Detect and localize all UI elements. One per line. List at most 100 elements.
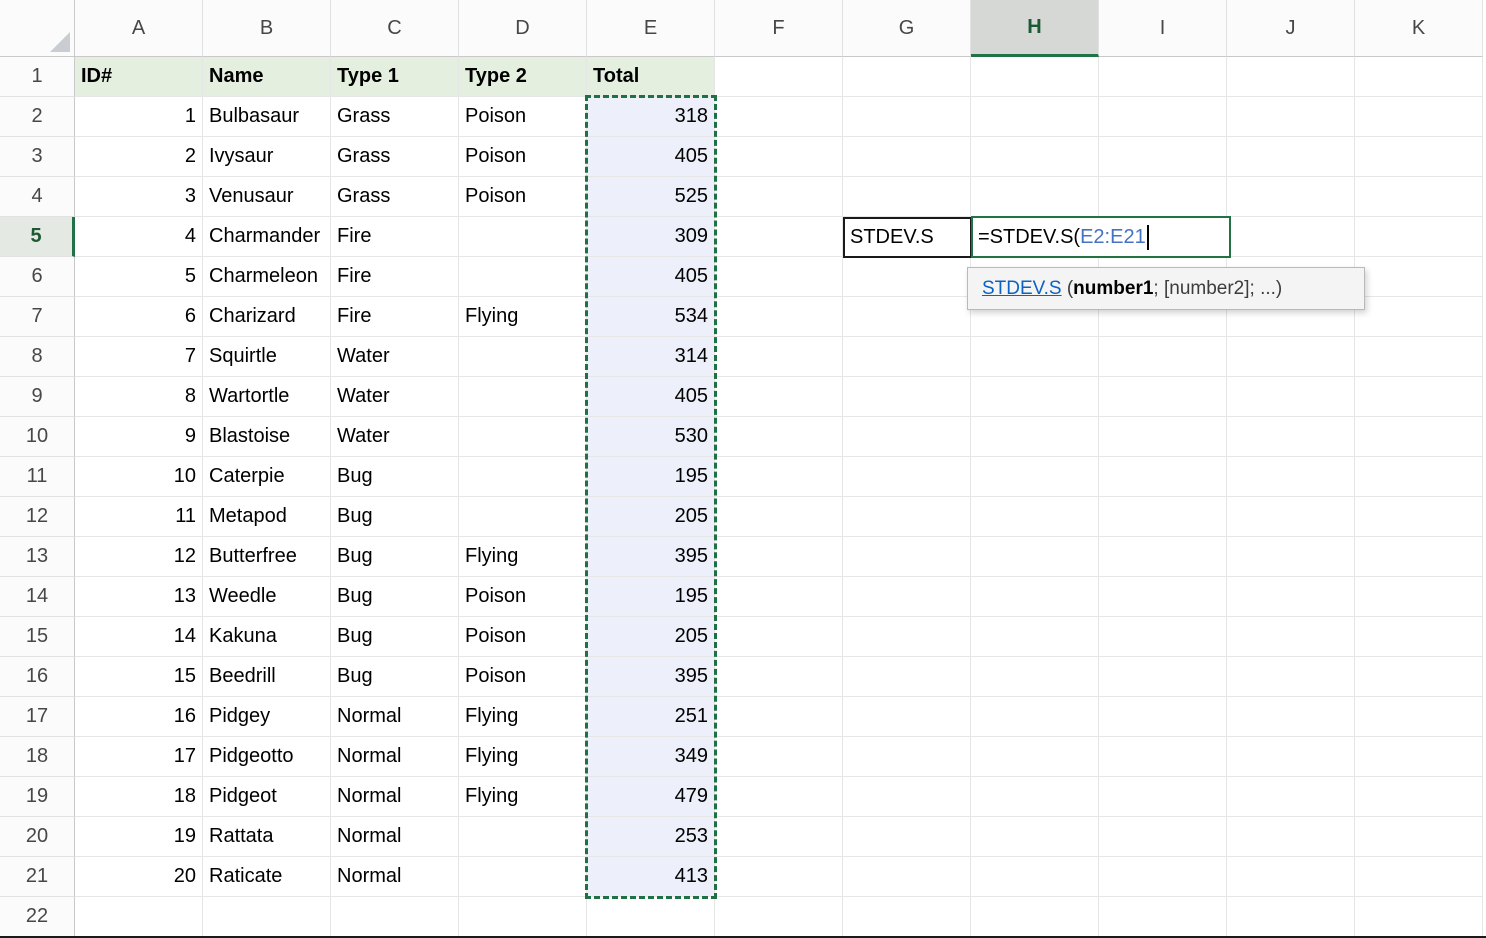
- cell-B19[interactable]: Pidgeot: [203, 777, 331, 817]
- cell-D7[interactable]: Flying: [459, 297, 587, 337]
- row-header-4[interactable]: 4: [0, 177, 75, 217]
- cell-C12[interactable]: Bug: [331, 497, 459, 537]
- cell-K5[interactable]: [1355, 217, 1483, 257]
- cell-H3[interactable]: [971, 137, 1099, 177]
- column-header-F[interactable]: F: [715, 0, 843, 57]
- cell-C8[interactable]: Water: [331, 337, 459, 377]
- column-header-A[interactable]: A: [75, 0, 203, 57]
- cell-A4[interactable]: 3: [75, 177, 203, 217]
- cell-D9[interactable]: [459, 377, 587, 417]
- cell-K4[interactable]: [1355, 177, 1483, 217]
- cell-G9[interactable]: [843, 377, 971, 417]
- cell-A19[interactable]: 18: [75, 777, 203, 817]
- cell-C15[interactable]: Bug: [331, 617, 459, 657]
- cell-I4[interactable]: [1099, 177, 1227, 217]
- cell-A17[interactable]: 16: [75, 697, 203, 737]
- cell-F18[interactable]: [715, 737, 843, 777]
- cell-B11[interactable]: Caterpie: [203, 457, 331, 497]
- column-header-K[interactable]: K: [1355, 0, 1483, 57]
- cell-D11[interactable]: [459, 457, 587, 497]
- cell-A3[interactable]: 2: [75, 137, 203, 177]
- cell-E9[interactable]: 405: [587, 377, 715, 417]
- cell-D22[interactable]: [459, 897, 587, 937]
- cell-B6[interactable]: Charmeleon: [203, 257, 331, 297]
- cell-A2[interactable]: 1: [75, 97, 203, 137]
- cell-H9[interactable]: [971, 377, 1099, 417]
- cell-G1[interactable]: [843, 57, 971, 97]
- cell-J14[interactable]: [1227, 577, 1355, 617]
- cell-F7[interactable]: [715, 297, 843, 337]
- cell-A15[interactable]: 14: [75, 617, 203, 657]
- cell-I2[interactable]: [1099, 97, 1227, 137]
- cell-A22[interactable]: [75, 897, 203, 937]
- cell-D10[interactable]: [459, 417, 587, 457]
- cell-C5[interactable]: Fire: [331, 217, 459, 257]
- cell-D19[interactable]: Flying: [459, 777, 587, 817]
- cell-I16[interactable]: [1099, 657, 1227, 697]
- cell-H11[interactable]: [971, 457, 1099, 497]
- cell-F10[interactable]: [715, 417, 843, 457]
- column-header-D[interactable]: D: [459, 0, 587, 57]
- row-header-19[interactable]: 19: [0, 777, 75, 817]
- cell-A12[interactable]: 11: [75, 497, 203, 537]
- cell-F8[interactable]: [715, 337, 843, 377]
- cell-J13[interactable]: [1227, 537, 1355, 577]
- cell-G3[interactable]: [843, 137, 971, 177]
- cell-C1[interactable]: Type 1: [331, 57, 459, 97]
- cell-C7[interactable]: Fire: [331, 297, 459, 337]
- select-all-corner[interactable]: [0, 0, 75, 57]
- cell-F22[interactable]: [715, 897, 843, 937]
- cell-F16[interactable]: [715, 657, 843, 697]
- cell-K13[interactable]: [1355, 537, 1483, 577]
- cell-B21[interactable]: Raticate: [203, 857, 331, 897]
- cell-A7[interactable]: 6: [75, 297, 203, 337]
- cell-H1[interactable]: [971, 57, 1099, 97]
- cell-D3[interactable]: Poison: [459, 137, 587, 177]
- cell-D18[interactable]: Flying: [459, 737, 587, 777]
- cell-I3[interactable]: [1099, 137, 1227, 177]
- cell-C4[interactable]: Grass: [331, 177, 459, 217]
- cell-K16[interactable]: [1355, 657, 1483, 697]
- cell-B10[interactable]: Blastoise: [203, 417, 331, 457]
- cell-G15[interactable]: [843, 617, 971, 657]
- cell-H21[interactable]: [971, 857, 1099, 897]
- row-header-9[interactable]: 9: [0, 377, 75, 417]
- row-header-17[interactable]: 17: [0, 697, 75, 737]
- cell-G16[interactable]: [843, 657, 971, 697]
- cell-C19[interactable]: Normal: [331, 777, 459, 817]
- cell-G14[interactable]: [843, 577, 971, 617]
- cell-J2[interactable]: [1227, 97, 1355, 137]
- cell-H15[interactable]: [971, 617, 1099, 657]
- cell-I21[interactable]: [1099, 857, 1227, 897]
- cell-G18[interactable]: [843, 737, 971, 777]
- cell-D6[interactable]: [459, 257, 587, 297]
- cell-A10[interactable]: 9: [75, 417, 203, 457]
- row-header-10[interactable]: 10: [0, 417, 75, 457]
- cell-E18[interactable]: 349: [587, 737, 715, 777]
- cell-J5[interactable]: [1227, 217, 1355, 257]
- cell-H20[interactable]: [971, 817, 1099, 857]
- cell-E13[interactable]: 395: [587, 537, 715, 577]
- cell-K12[interactable]: [1355, 497, 1483, 537]
- cell-J12[interactable]: [1227, 497, 1355, 537]
- cell-D8[interactable]: [459, 337, 587, 377]
- cell-G7[interactable]: [843, 297, 971, 337]
- cell-F5[interactable]: [715, 217, 843, 257]
- cell-E2[interactable]: 318: [587, 97, 715, 137]
- cell-I1[interactable]: [1099, 57, 1227, 97]
- cell-B5[interactable]: Charmander: [203, 217, 331, 257]
- cell-B9[interactable]: Wartortle: [203, 377, 331, 417]
- column-header-E[interactable]: E: [587, 0, 715, 57]
- cell-F3[interactable]: [715, 137, 843, 177]
- cell-K14[interactable]: [1355, 577, 1483, 617]
- cell-K3[interactable]: [1355, 137, 1483, 177]
- row-header-7[interactable]: 7: [0, 297, 75, 337]
- cell-K21[interactable]: [1355, 857, 1483, 897]
- cell-F9[interactable]: [715, 377, 843, 417]
- cell-E4[interactable]: 525: [587, 177, 715, 217]
- cell-A21[interactable]: 20: [75, 857, 203, 897]
- cell-H13[interactable]: [971, 537, 1099, 577]
- cell-I22[interactable]: [1099, 897, 1227, 937]
- cell-K18[interactable]: [1355, 737, 1483, 777]
- row-header-6[interactable]: 6: [0, 257, 75, 297]
